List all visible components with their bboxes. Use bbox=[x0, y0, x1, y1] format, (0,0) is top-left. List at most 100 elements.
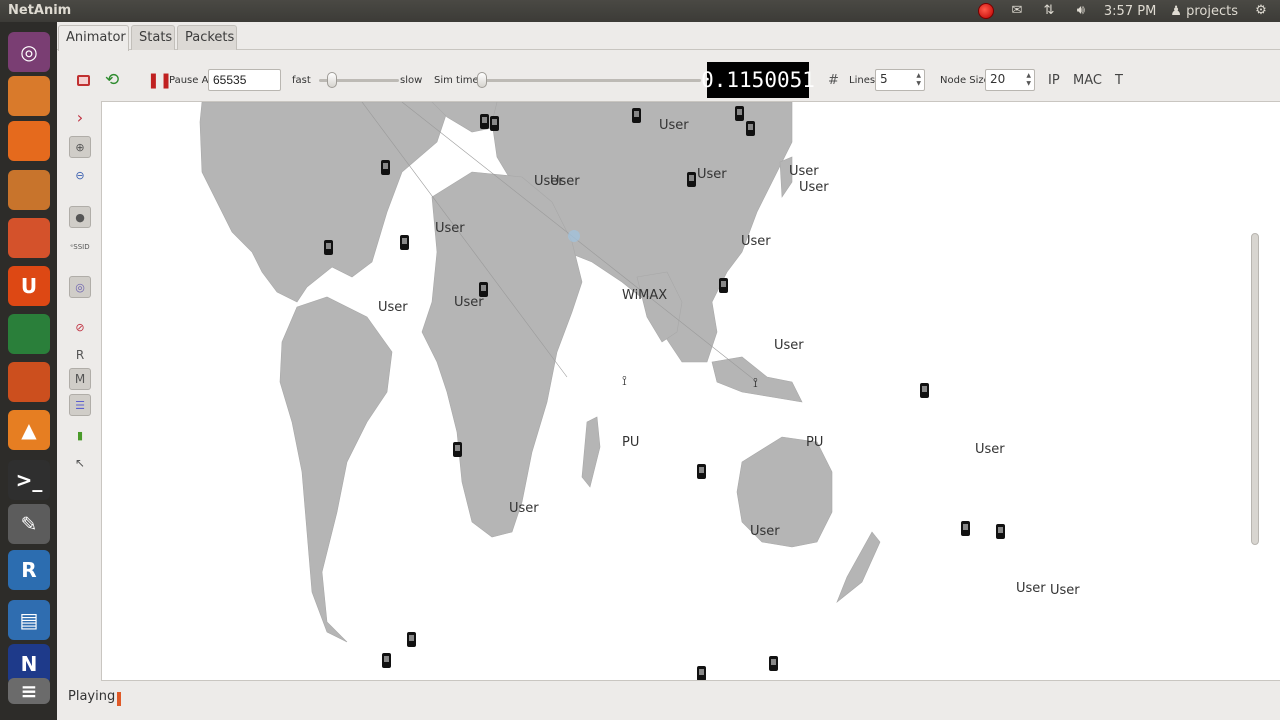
sim-time-slider-track bbox=[477, 79, 701, 82]
vertical-scrollbar-thumb[interactable] bbox=[1251, 233, 1259, 545]
ssid-icon[interactable]: ᵉSSID bbox=[69, 236, 91, 258]
tab-packets[interactable]: Packets bbox=[177, 25, 237, 50]
node-size-value: 20 bbox=[990, 72, 1006, 86]
launcher-firefox-icon[interactable] bbox=[8, 121, 50, 161]
fast-label: fast bbox=[292, 74, 311, 86]
node-size-combo[interactable]: 20 ▲ ▼ bbox=[985, 69, 1035, 91]
launcher-workspace-icon[interactable]: ≡ bbox=[8, 678, 50, 704]
launcher-software-center-icon[interactable] bbox=[8, 218, 50, 258]
system-tray: ✉ ⇅ 🔊︎ 3:57 PM ♟ projects ⚙ bbox=[977, 0, 1270, 22]
mobile-node-icon[interactable] bbox=[920, 383, 929, 398]
cursor-icon[interactable]: ↖ bbox=[69, 452, 91, 474]
mobile-node-icon[interactable] bbox=[480, 114, 489, 129]
pause-at-label: Pause At bbox=[169, 74, 213, 86]
tab-animator[interactable]: Animator bbox=[58, 25, 129, 51]
top-panel: NetAnim ✉ ⇅ 🔊︎ 3:57 PM ♟ projects ⚙ bbox=[0, 0, 1280, 22]
mobile-node-icon[interactable] bbox=[735, 106, 744, 121]
blob-icon: ● bbox=[75, 210, 85, 224]
r-toggle[interactable]: R bbox=[69, 344, 91, 366]
mobile-node-icon[interactable] bbox=[381, 160, 390, 175]
power-gear-icon[interactable]: ⚙ bbox=[1252, 3, 1270, 19]
node-label-user: User bbox=[750, 524, 780, 539]
node-label-user: User bbox=[799, 180, 829, 195]
record-indicator-icon[interactable] bbox=[977, 3, 994, 19]
t-toggle[interactable]: T bbox=[1115, 73, 1123, 88]
blob-button[interactable]: ● bbox=[69, 206, 91, 228]
grid-lines-icon[interactable]: # bbox=[828, 62, 839, 98]
launcher-dash-icon[interactable]: ◎ bbox=[8, 32, 50, 72]
node-label-pu: PU bbox=[806, 435, 824, 450]
node-label-user: User bbox=[774, 338, 804, 353]
node-label-user: User bbox=[509, 501, 539, 516]
mobile-node-icon[interactable] bbox=[746, 121, 755, 136]
launcher: ◎ U ▲ >_ ✎ R ▤ N ≡ bbox=[0, 22, 57, 720]
spin-arrows-icon[interactable]: ▲ ▼ bbox=[916, 72, 921, 88]
expand-icon[interactable]: › bbox=[69, 106, 91, 128]
clock[interactable]: 3:57 PM bbox=[1104, 4, 1156, 19]
zoom-out-icon[interactable]: ⊖ bbox=[69, 164, 91, 186]
no-entry-icon[interactable]: ⊘ bbox=[69, 316, 91, 338]
launcher-document-viewer-icon[interactable] bbox=[8, 170, 50, 210]
speed-slider[interactable] bbox=[317, 62, 399, 98]
launcher-text-editor-icon[interactable]: ✎ bbox=[8, 504, 50, 544]
new-zealand-shape bbox=[836, 531, 881, 603]
mobile-node-icon[interactable] bbox=[382, 653, 391, 668]
mobile-node-icon[interactable] bbox=[697, 464, 706, 479]
pause-at-input[interactable] bbox=[208, 69, 281, 91]
mobile-node-icon[interactable] bbox=[769, 656, 778, 671]
mobile-node-icon[interactable] bbox=[697, 666, 706, 680]
reload-icon: ⟲ bbox=[105, 70, 120, 90]
ip-toggle[interactable]: IP bbox=[1048, 73, 1060, 88]
fingerprint-button[interactable]: ◎ bbox=[69, 276, 91, 298]
madagascar-shape bbox=[581, 416, 601, 488]
node-label-user: User bbox=[789, 164, 819, 179]
animation-canvas[interactable]: ⟟ ⟟ User User User User User User User User User U… bbox=[101, 101, 1280, 681]
vertical-scrollbar[interactable] bbox=[1250, 103, 1260, 679]
launcher-files-icon[interactable] bbox=[8, 76, 50, 116]
tab-stats[interactable]: Stats bbox=[131, 25, 175, 50]
combo-arrows-icon[interactable]: ▲ ▼ bbox=[1026, 72, 1031, 88]
slow-label: slow bbox=[400, 74, 423, 86]
sim-time-slider[interactable] bbox=[475, 62, 703, 98]
mobile-node-icon[interactable] bbox=[453, 442, 462, 457]
node-label-user: User bbox=[550, 174, 580, 189]
mobile-node-icon[interactable] bbox=[961, 521, 970, 536]
launcher-writer-icon[interactable]: ▤ bbox=[8, 600, 50, 640]
mac-toggle[interactable]: MAC bbox=[1073, 73, 1102, 88]
highlight-marker bbox=[568, 230, 580, 242]
launcher-r-app-icon[interactable]: R bbox=[8, 550, 50, 590]
speed-slider-knob[interactable] bbox=[327, 72, 338, 88]
mobile-node-icon[interactable] bbox=[324, 240, 333, 255]
base-station-icon[interactable]: ⟟ bbox=[753, 376, 758, 391]
volume-icon[interactable]: 🔊︎ bbox=[1072, 3, 1090, 19]
lines-spinbox[interactable]: 5 ▲ ▼ bbox=[875, 69, 925, 91]
base-station-icon[interactable]: ⟟ bbox=[622, 374, 627, 389]
launcher-ubuntu-one-icon[interactable]: U bbox=[8, 266, 50, 306]
node-label-user: User bbox=[697, 167, 727, 182]
m-toggle[interactable]: M bbox=[69, 368, 91, 390]
open-file-button[interactable] bbox=[77, 62, 90, 98]
node-label-wimax: WiMAX bbox=[622, 288, 668, 303]
battery-icon[interactable]: ▮ bbox=[69, 424, 91, 446]
side-tools: › ⊕ ⊖ ● ᵉSSID ◎ ⊘ R M ☰ ▮ ↖ bbox=[65, 106, 95, 486]
launcher-vlc-icon[interactable]: ▲ bbox=[8, 410, 50, 450]
launcher-system-settings-icon[interactable] bbox=[8, 362, 50, 402]
network-icon[interactable]: ⇅ bbox=[1040, 3, 1058, 19]
launcher-network-app-icon[interactable] bbox=[8, 314, 50, 354]
mobile-node-icon[interactable] bbox=[400, 235, 409, 250]
mail-icon[interactable]: ✉ bbox=[1008, 3, 1026, 19]
reload-button[interactable]: ⟲ bbox=[105, 62, 119, 98]
list-button[interactable]: ☰ bbox=[69, 394, 91, 416]
zoom-in-button[interactable]: ⊕ bbox=[69, 136, 91, 158]
mobile-node-icon[interactable] bbox=[407, 632, 416, 647]
lines-label: Lines bbox=[849, 74, 876, 86]
sim-time-slider-knob[interactable] bbox=[477, 72, 487, 88]
user-menu[interactable]: ♟ projects bbox=[1170, 4, 1238, 19]
open-file-icon bbox=[77, 74, 90, 86]
mobile-node-icon[interactable] bbox=[632, 108, 641, 123]
mobile-node-icon[interactable] bbox=[490, 116, 499, 131]
mobile-node-icon[interactable] bbox=[719, 278, 728, 293]
mobile-node-icon[interactable] bbox=[687, 172, 696, 187]
launcher-terminal-icon[interactable]: >_ bbox=[8, 460, 50, 500]
mobile-node-icon[interactable] bbox=[996, 524, 1005, 539]
